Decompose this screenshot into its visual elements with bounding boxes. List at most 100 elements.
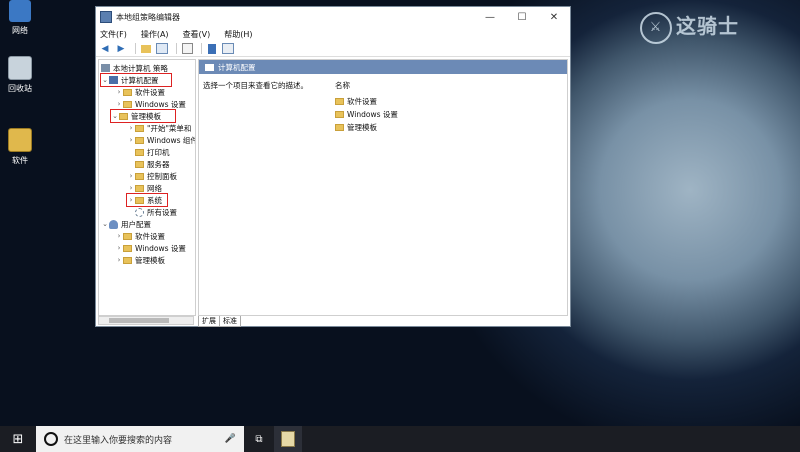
taskbar-search[interactable]: 在这里输入你要搜索的内容 🎤 [36, 426, 244, 452]
folder-icon [123, 100, 132, 108]
knight-logo-icon: ⚔ [640, 11, 672, 44]
watermark: ⚔ 这骑士 [640, 10, 739, 44]
list-item[interactable]: Windows 设置 [335, 108, 398, 121]
view-tabs: 扩展 标准 [198, 316, 241, 327]
tab-extended[interactable]: 扩展 [198, 316, 220, 327]
tree-admin-templates[interactable]: ⌄ 管理模板 [110, 109, 176, 123]
desktop-icon-recycle-bin[interactable]: 回收站 [0, 56, 40, 94]
menu-file[interactable]: 文件(F) [100, 29, 127, 40]
desktop-icon-network[interactable]: 网络 [0, 0, 40, 36]
show-tree-icon[interactable] [156, 43, 168, 54]
tree-all-settings[interactable]: 所有设置 [135, 206, 177, 218]
network-icon [9, 0, 31, 22]
folder-icon [123, 244, 132, 252]
collapsed-chevron-icon: › [117, 232, 121, 240]
properties-icon[interactable] [222, 43, 234, 54]
folder-icon [135, 148, 144, 156]
computer-icon [109, 76, 118, 84]
tree-user-admin-templates[interactable]: › 管理模板 [115, 254, 165, 266]
policy-icon [101, 64, 110, 72]
tree-network[interactable]: › 网络 [127, 182, 162, 194]
desktop-icon-label: 回收站 [8, 84, 32, 93]
tree-horizontal-scrollbar[interactable] [98, 316, 194, 325]
desktop-icon-software[interactable]: 软件 [0, 128, 40, 166]
tree-software-settings[interactable]: › 软件设置 [115, 86, 165, 98]
notepad-icon [281, 431, 295, 447]
tree-windows-components[interactable]: › Windows 组件 [127, 134, 195, 146]
folder-icon [135, 124, 144, 132]
folder-icon [335, 124, 344, 131]
user-icon [109, 219, 118, 229]
folder-icon [135, 136, 144, 144]
tree-user-config[interactable]: ⌄ 用户配置 [101, 218, 151, 230]
expanded-chevron-icon: ⌄ [112, 112, 118, 120]
folder-icon [335, 98, 344, 105]
collapsed-chevron-icon: › [129, 136, 133, 144]
details-header: 计算机配置 [199, 60, 567, 74]
expanded-chevron-icon: ⌄ [102, 220, 108, 228]
back-arrow-icon[interactable]: ◀ [99, 43, 111, 54]
collapsed-chevron-icon: › [117, 100, 121, 108]
recycle-bin-icon [8, 56, 32, 80]
toolbar: ◀ ▶ [96, 41, 570, 57]
tree-root[interactable]: 本地计算机 策略 [101, 62, 168, 74]
folder-icon [123, 232, 132, 240]
folder-icon [335, 111, 344, 118]
tree-control-panel[interactable]: › 控制面板 [127, 170, 177, 182]
tree-user-windows-settings[interactable]: › Windows 设置 [115, 242, 186, 254]
title-bar[interactable]: 本地组策略编辑器 — ☐ ✕ [96, 7, 570, 27]
group-policy-editor-window: 本地组策略编辑器 — ☐ ✕ 文件(F) 操作(A) 查看(V) 帮助(H) ◀… [95, 6, 571, 327]
settings-icon [135, 207, 144, 217]
folder-icon [135, 184, 144, 192]
app-icon [100, 11, 112, 23]
folder-icon [123, 256, 132, 264]
forward-arrow-icon[interactable]: ▶ [115, 43, 127, 54]
tree-system[interactable]: › 系统 [126, 193, 168, 207]
export-list-icon[interactable] [181, 43, 193, 54]
tree-server[interactable]: 服务器 [135, 158, 170, 170]
computer-config-icon [205, 63, 214, 71]
list-item[interactable]: 软件设置 [335, 95, 398, 108]
taskbar-app-policy-editor[interactable] [274, 426, 302, 452]
tree-computer-config[interactable]: ⌄ 计算机配置 [100, 73, 172, 87]
folder-icon [119, 112, 128, 120]
close-button[interactable]: ✕ [538, 12, 570, 23]
tree-user-software-settings[interactable]: › 软件设置 [115, 230, 165, 242]
menu-help[interactable]: 帮助(H) [224, 29, 252, 40]
menu-view[interactable]: 查看(V) [183, 29, 211, 40]
desktop-icon-label: 软件 [12, 156, 28, 165]
taskbar: ⊞ 在这里输入你要搜索的内容 🎤 ⧉ [0, 426, 800, 452]
description-text: 选择一个项目来查看它的描述。 [203, 81, 308, 90]
help-icon[interactable] [206, 43, 218, 54]
maximize-button[interactable]: ☐ [506, 12, 538, 23]
tab-standard[interactable]: 标准 [219, 316, 241, 327]
tree-printers[interactable]: 打印机 [135, 146, 170, 158]
folder-icon [135, 160, 144, 168]
scrollbar-thumb[interactable] [109, 318, 169, 323]
collapsed-chevron-icon: › [129, 196, 133, 204]
collapsed-chevron-icon: › [129, 124, 133, 132]
collapsed-chevron-icon: › [129, 184, 133, 192]
search-placeholder: 在这里输入你要搜索的内容 [64, 435, 173, 446]
column-header-name[interactable]: 名称 [335, 80, 398, 91]
windows-start-icon[interactable]: ⊞ [0, 426, 36, 452]
folder-icon [135, 172, 144, 180]
details-list: 名称 软件设置 Windows 设置 管理模板 [335, 80, 398, 134]
desktop-icon-label: 网络 [12, 26, 28, 35]
expanded-chevron-icon: ⌄ [102, 76, 108, 84]
tree-windows-settings[interactable]: › Windows 设置 [115, 98, 186, 110]
collapsed-chevron-icon: › [117, 244, 121, 252]
up-folder-icon[interactable] [140, 43, 152, 54]
task-view-icon[interactable]: ⧉ [244, 434, 274, 445]
tree-start-menu[interactable]: › "开始"菜单和 [127, 122, 192, 134]
microphone-icon[interactable]: 🎤 [225, 434, 236, 444]
folder-icon [123, 88, 132, 96]
navigation-tree: 本地计算机 策略 ⌄ 计算机配置 › 软件设置 › Windows 设置 ⌄ 管… [98, 59, 196, 316]
folder-icon [135, 196, 144, 204]
menu-action[interactable]: 操作(A) [141, 29, 169, 40]
collapsed-chevron-icon: › [117, 256, 121, 264]
list-item[interactable]: 管理模板 [335, 121, 398, 134]
collapsed-chevron-icon: › [129, 172, 133, 180]
menu-bar: 文件(F) 操作(A) 查看(V) 帮助(H) [96, 27, 570, 41]
minimize-button[interactable]: — [474, 12, 506, 23]
